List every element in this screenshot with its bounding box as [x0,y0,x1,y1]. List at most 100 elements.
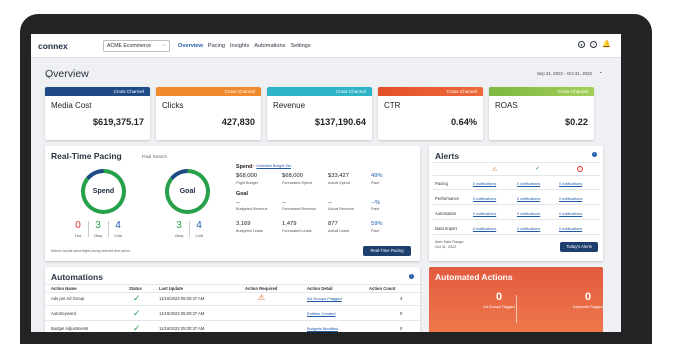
hot-count[interactable]: 0 [71,220,85,231]
budgeted-leads-value: 3,169 [236,221,251,227]
goal-okay-count[interactable]: 3 [172,220,186,231]
action-detail-link[interactable]: Entities Created [307,311,335,316]
spend-heading: Spend [236,164,253,170]
budgeted-leads-label: Budgeted Leads [236,229,263,233]
chevron-down-icon[interactable]: ⌄ [598,69,603,75]
col-action-required[interactable]: Action Required [245,286,277,291]
cold-label: Cold [114,234,122,238]
kpi-value: $619,375.17 [92,117,144,127]
hot-label: Hot [75,234,81,238]
action-detail-link[interactable]: Budgets Modified [307,326,338,331]
alert-notifications-link[interactable]: 0 notifications [559,227,582,231]
divider [433,219,601,220]
col-status[interactable]: Status [129,286,142,291]
alert-notifications-link[interactable]: 0 notifications [559,182,582,186]
okay-count[interactable]: 3 [91,220,105,231]
flight-budget-value: $68,000 [236,173,257,179]
pacing-subtitle: Paid Search [142,154,168,159]
col-last-update[interactable]: Last Update [159,286,183,291]
alert-notifications-link[interactable]: 0 notifications [473,197,496,201]
alert-notifications-link[interactable]: 0 notifications [473,227,496,231]
ad-groups-flagged-label: Ad Groups Flagged [483,305,515,309]
forecasted-revenue-value: -- [282,200,286,206]
spend-ring-label: Spend [85,173,122,210]
actual-leads-label: Actual Leads [328,229,350,233]
divider [433,204,601,205]
alert-notifications-link[interactable]: 0 notifications [473,182,496,186]
info-icon[interactable]: i [409,274,414,279]
divider [433,162,601,163]
kpi-card-media-cost[interactable]: Cross Channel Media Cost $619,375.17 [45,87,150,140]
cold-count[interactable]: 4 [111,220,125,231]
alert-notifications-link[interactable]: 0 notifications [517,212,540,216]
unlimited-budget-warning[interactable]: ⚠ Unlimited Budget Set [252,164,291,169]
user-icon[interactable]: ● [578,41,585,48]
alerts-title: Alerts [435,151,460,161]
alert-date-label: Alert Date Range: [435,240,465,244]
pacing-footnote: Metrics include active flights during se… [51,249,130,253]
kpi-card-clicks[interactable]: Cross Channel Clicks 427,830 [156,87,261,140]
check-icon: ✓ [133,308,141,318]
error-icon: ! [577,166,583,172]
nav-insights[interactable]: Insights [230,43,249,49]
revenue-pace-label: Pace [371,207,380,211]
app-screen: connex ACME Ecommerce ⌵ Overview Pacing … [31,34,621,332]
action-detail-link[interactable]: Ad Groups Flagged [307,296,342,301]
nav-overview[interactable]: Overview [178,43,203,49]
alert-row-label: Performance [435,196,459,201]
kpi-card-revenue[interactable]: Cross Channel Revenue $137,190.64 [267,87,372,140]
kpi-label: Revenue [273,101,306,110]
alert-notifications-link[interactable]: 0 notifications [517,227,540,231]
actual-revenue-label: Actual Revenue [328,207,355,211]
todays-alerts-button[interactable]: Today's Alerts [560,242,598,252]
bell-icon[interactable]: 🔔 [602,41,611,48]
kpi-value: $137,190.64 [314,117,366,127]
ad-groups-flagged-count[interactable]: 0 [484,291,514,303]
action-name: Ads per Ad Group [51,296,85,301]
forecasted-leads-label: Forecasted Leads [282,229,312,233]
divider [45,320,420,321]
action-count: 4 [400,296,403,301]
alert-notifications-link[interactable]: 0 notifications [517,182,540,186]
actual-spend-label: Actual Spend [328,181,350,185]
help-icon[interactable]: ? [590,41,597,48]
col-action-detail[interactable]: Action Detail [307,286,333,291]
spend-ring[interactable]: Spend [81,169,126,214]
account-select[interactable]: ACME Ecommerce ⌵ [103,39,170,52]
unlimited-budget-link[interactable]: Unlimited Budget Set [256,164,291,168]
col-action-name[interactable]: Action Name [51,286,77,291]
alert-notifications-link[interactable]: 0 notifications [473,212,496,216]
goal-cold-count[interactable]: 4 [192,220,206,231]
kpi-value: 0.64% [450,117,477,127]
alert-notifications-link[interactable]: 0 notifications [559,212,582,216]
date-range[interactable]: Sep 21, 2022 - Oct 31, 2022 [537,71,592,76]
divider [45,292,420,293]
top-icons: ● ? 🔔 [578,41,611,48]
okay-label: Okay [93,234,103,238]
budgeted-revenue-value: -- [236,200,240,206]
logo[interactable]: connex [38,41,88,51]
kpi-tag: Cross Channel [378,87,483,96]
nav-settings[interactable]: Settings [290,43,310,49]
goal-cold-label: Cold [195,234,203,238]
pacing-title: Real-Time Pacing [51,151,122,161]
kpi-label: ROAS [495,101,518,110]
col-action-count[interactable]: Action Count [369,286,395,291]
kpi-card-roas[interactable]: Cross Channel ROAS $0.22 [489,87,594,140]
actual-spend-value: $33,427 [328,173,349,179]
kpi-value: $0.22 [565,117,588,127]
alert-row-label: Data Import [435,226,457,231]
nav-automations[interactable]: Automations [254,43,285,49]
alert-notifications-link[interactable]: 0 notifications [559,197,582,201]
automations-title: Automations [51,272,103,282]
alert-notifications-link[interactable]: 0 notifications [517,197,540,201]
kpi-card-ctr[interactable]: Cross Channel CTR 0.64% [378,87,483,140]
divider [433,189,601,190]
info-icon[interactable]: i [592,152,597,157]
divider [108,221,109,237]
goal-ring[interactable]: Goal [165,169,210,214]
nav-pacing[interactable]: Pacing [208,43,225,49]
keywords-flagged-count[interactable]: 0 [573,291,603,303]
real-time-pacing-button[interactable]: Real-Time Pacing [363,246,411,256]
main-nav: Overview Pacing Insights Automations Set… [178,43,316,49]
